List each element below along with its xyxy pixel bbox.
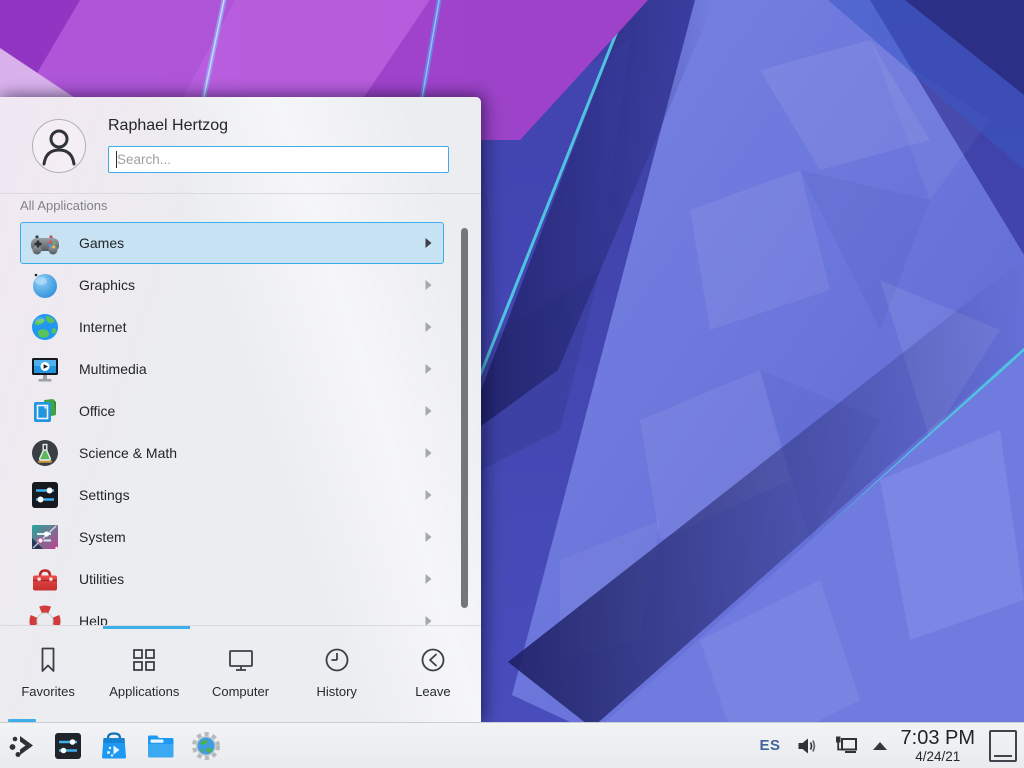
category-label: Help — [79, 613, 108, 625]
tab-leave[interactable]: Leave — [385, 629, 481, 722]
submenu-arrow-icon — [424, 531, 433, 543]
header-separator — [0, 193, 481, 194]
tab-computer[interactable]: Computer — [192, 629, 288, 722]
tab-label: Applications — [109, 684, 179, 699]
tab-applications[interactable]: Applications — [96, 629, 192, 722]
discover-bag-icon — [99, 731, 129, 761]
category-row-multimedia[interactable]: Multimedia — [20, 348, 444, 390]
clock-date: 4/24/21 — [915, 750, 960, 764]
desktop: Raphael Hertzog All Applications — [0, 0, 1024, 768]
category-row-help[interactable]: Help — [20, 600, 444, 625]
category-label: System — [79, 529, 126, 545]
tab-label: Favorites — [21, 684, 74, 699]
submenu-arrow-icon — [424, 321, 433, 333]
sliders-dark-icon — [29, 479, 61, 511]
toolbox-icon — [29, 563, 61, 595]
expand-tray-icon[interactable] — [873, 742, 887, 750]
system-settings-icon — [53, 731, 83, 761]
leave-icon — [418, 643, 448, 677]
system-tray: ES 7:03 PM 4/24/21 — [760, 723, 1024, 768]
list-scrollbar[interactable] — [461, 228, 468, 608]
search-box[interactable] — [108, 146, 449, 173]
submenu-arrow-icon — [424, 447, 433, 459]
network-icon[interactable] — [833, 734, 859, 758]
digital-clock[interactable]: 7:03 PM 4/24/21 — [901, 728, 975, 764]
category-label: Graphics — [79, 277, 135, 293]
user-name: Raphael Hertzog — [108, 117, 228, 135]
submenu-arrow-icon — [424, 615, 433, 625]
category-row-internet[interactable]: Internet — [20, 306, 444, 348]
launcher-tab-bar: Favorites Applications — [0, 629, 481, 722]
tab-history[interactable]: History — [289, 629, 385, 722]
flask-icon — [29, 437, 61, 469]
system-sliders-icon — [29, 521, 61, 553]
category-row-settings[interactable]: Settings — [20, 474, 444, 516]
category-label: Multimedia — [79, 361, 147, 377]
dolphin-file-manager-button[interactable] — [144, 730, 176, 762]
category-label: Science & Math — [79, 445, 177, 461]
category-label: Utilities — [79, 571, 124, 587]
category-row-games[interactable]: Games — [20, 222, 444, 264]
section-header: All Applications — [20, 198, 107, 213]
keyboard-layout-indicator[interactable]: ES — [760, 737, 781, 754]
submenu-arrow-icon — [424, 405, 433, 417]
folder-icon — [145, 731, 175, 761]
taskbar-panel: ES 7:03 PM 4/24/21 — [0, 722, 1024, 768]
volume-icon[interactable] — [795, 734, 819, 758]
documents-icon — [29, 395, 61, 427]
application-launcher-button[interactable] — [6, 730, 38, 762]
submenu-arrow-icon — [424, 489, 433, 501]
taskbar-launchers — [6, 723, 222, 768]
show-desktop-button[interactable] — [989, 730, 1017, 762]
kde-launcher-icon — [7, 731, 37, 761]
launcher-header: Raphael Hertzog — [0, 97, 481, 193]
globe-gear-icon — [191, 731, 221, 761]
media-screen-icon — [29, 353, 61, 385]
clock-time: 7:03 PM — [901, 728, 975, 748]
category-row-office[interactable]: Office — [20, 390, 444, 432]
text-cursor — [116, 151, 117, 168]
active-launcher-indicator — [8, 719, 36, 722]
category-label: Internet — [79, 319, 126, 335]
web-browser-button[interactable] — [190, 730, 222, 762]
history-clock-icon — [322, 643, 352, 677]
category-row-graphics[interactable]: Graphics — [20, 264, 444, 306]
submenu-arrow-icon — [424, 363, 433, 375]
category-label: Office — [79, 403, 115, 419]
paint-sphere-icon — [29, 269, 61, 301]
show-desktop-glyph — [994, 755, 1012, 757]
computer-icon — [226, 643, 256, 677]
category-label: Settings — [79, 487, 130, 503]
application-category-list[interactable]: Games Graphics — [20, 222, 444, 625]
footer-separator — [0, 625, 481, 626]
tab-label: History — [316, 684, 356, 699]
bookmark-icon — [33, 643, 63, 677]
category-label: Games — [79, 235, 124, 251]
tab-label: Leave — [415, 684, 450, 699]
search-input[interactable] — [109, 147, 448, 172]
system-settings-button[interactable] — [52, 730, 84, 762]
submenu-arrow-icon — [424, 279, 433, 291]
category-row-science-math[interactable]: Science & Math — [20, 432, 444, 474]
app-grid-icon — [129, 643, 159, 677]
submenu-arrow-icon — [424, 237, 433, 249]
globe-icon — [29, 311, 61, 343]
submenu-arrow-icon — [424, 573, 433, 585]
tab-label: Computer — [212, 684, 269, 699]
discover-button[interactable] — [98, 730, 130, 762]
category-row-system[interactable]: System — [20, 516, 444, 558]
category-row-utilities[interactable]: Utilities — [20, 558, 444, 600]
user-avatar[interactable] — [32, 119, 86, 173]
application-launcher-menu: Raphael Hertzog All Applications — [0, 97, 481, 722]
lifebuoy-icon — [29, 605, 61, 625]
tab-favorites[interactable]: Favorites — [0, 629, 96, 722]
gamepad-icon — [29, 227, 61, 259]
user-icon — [33, 120, 85, 172]
